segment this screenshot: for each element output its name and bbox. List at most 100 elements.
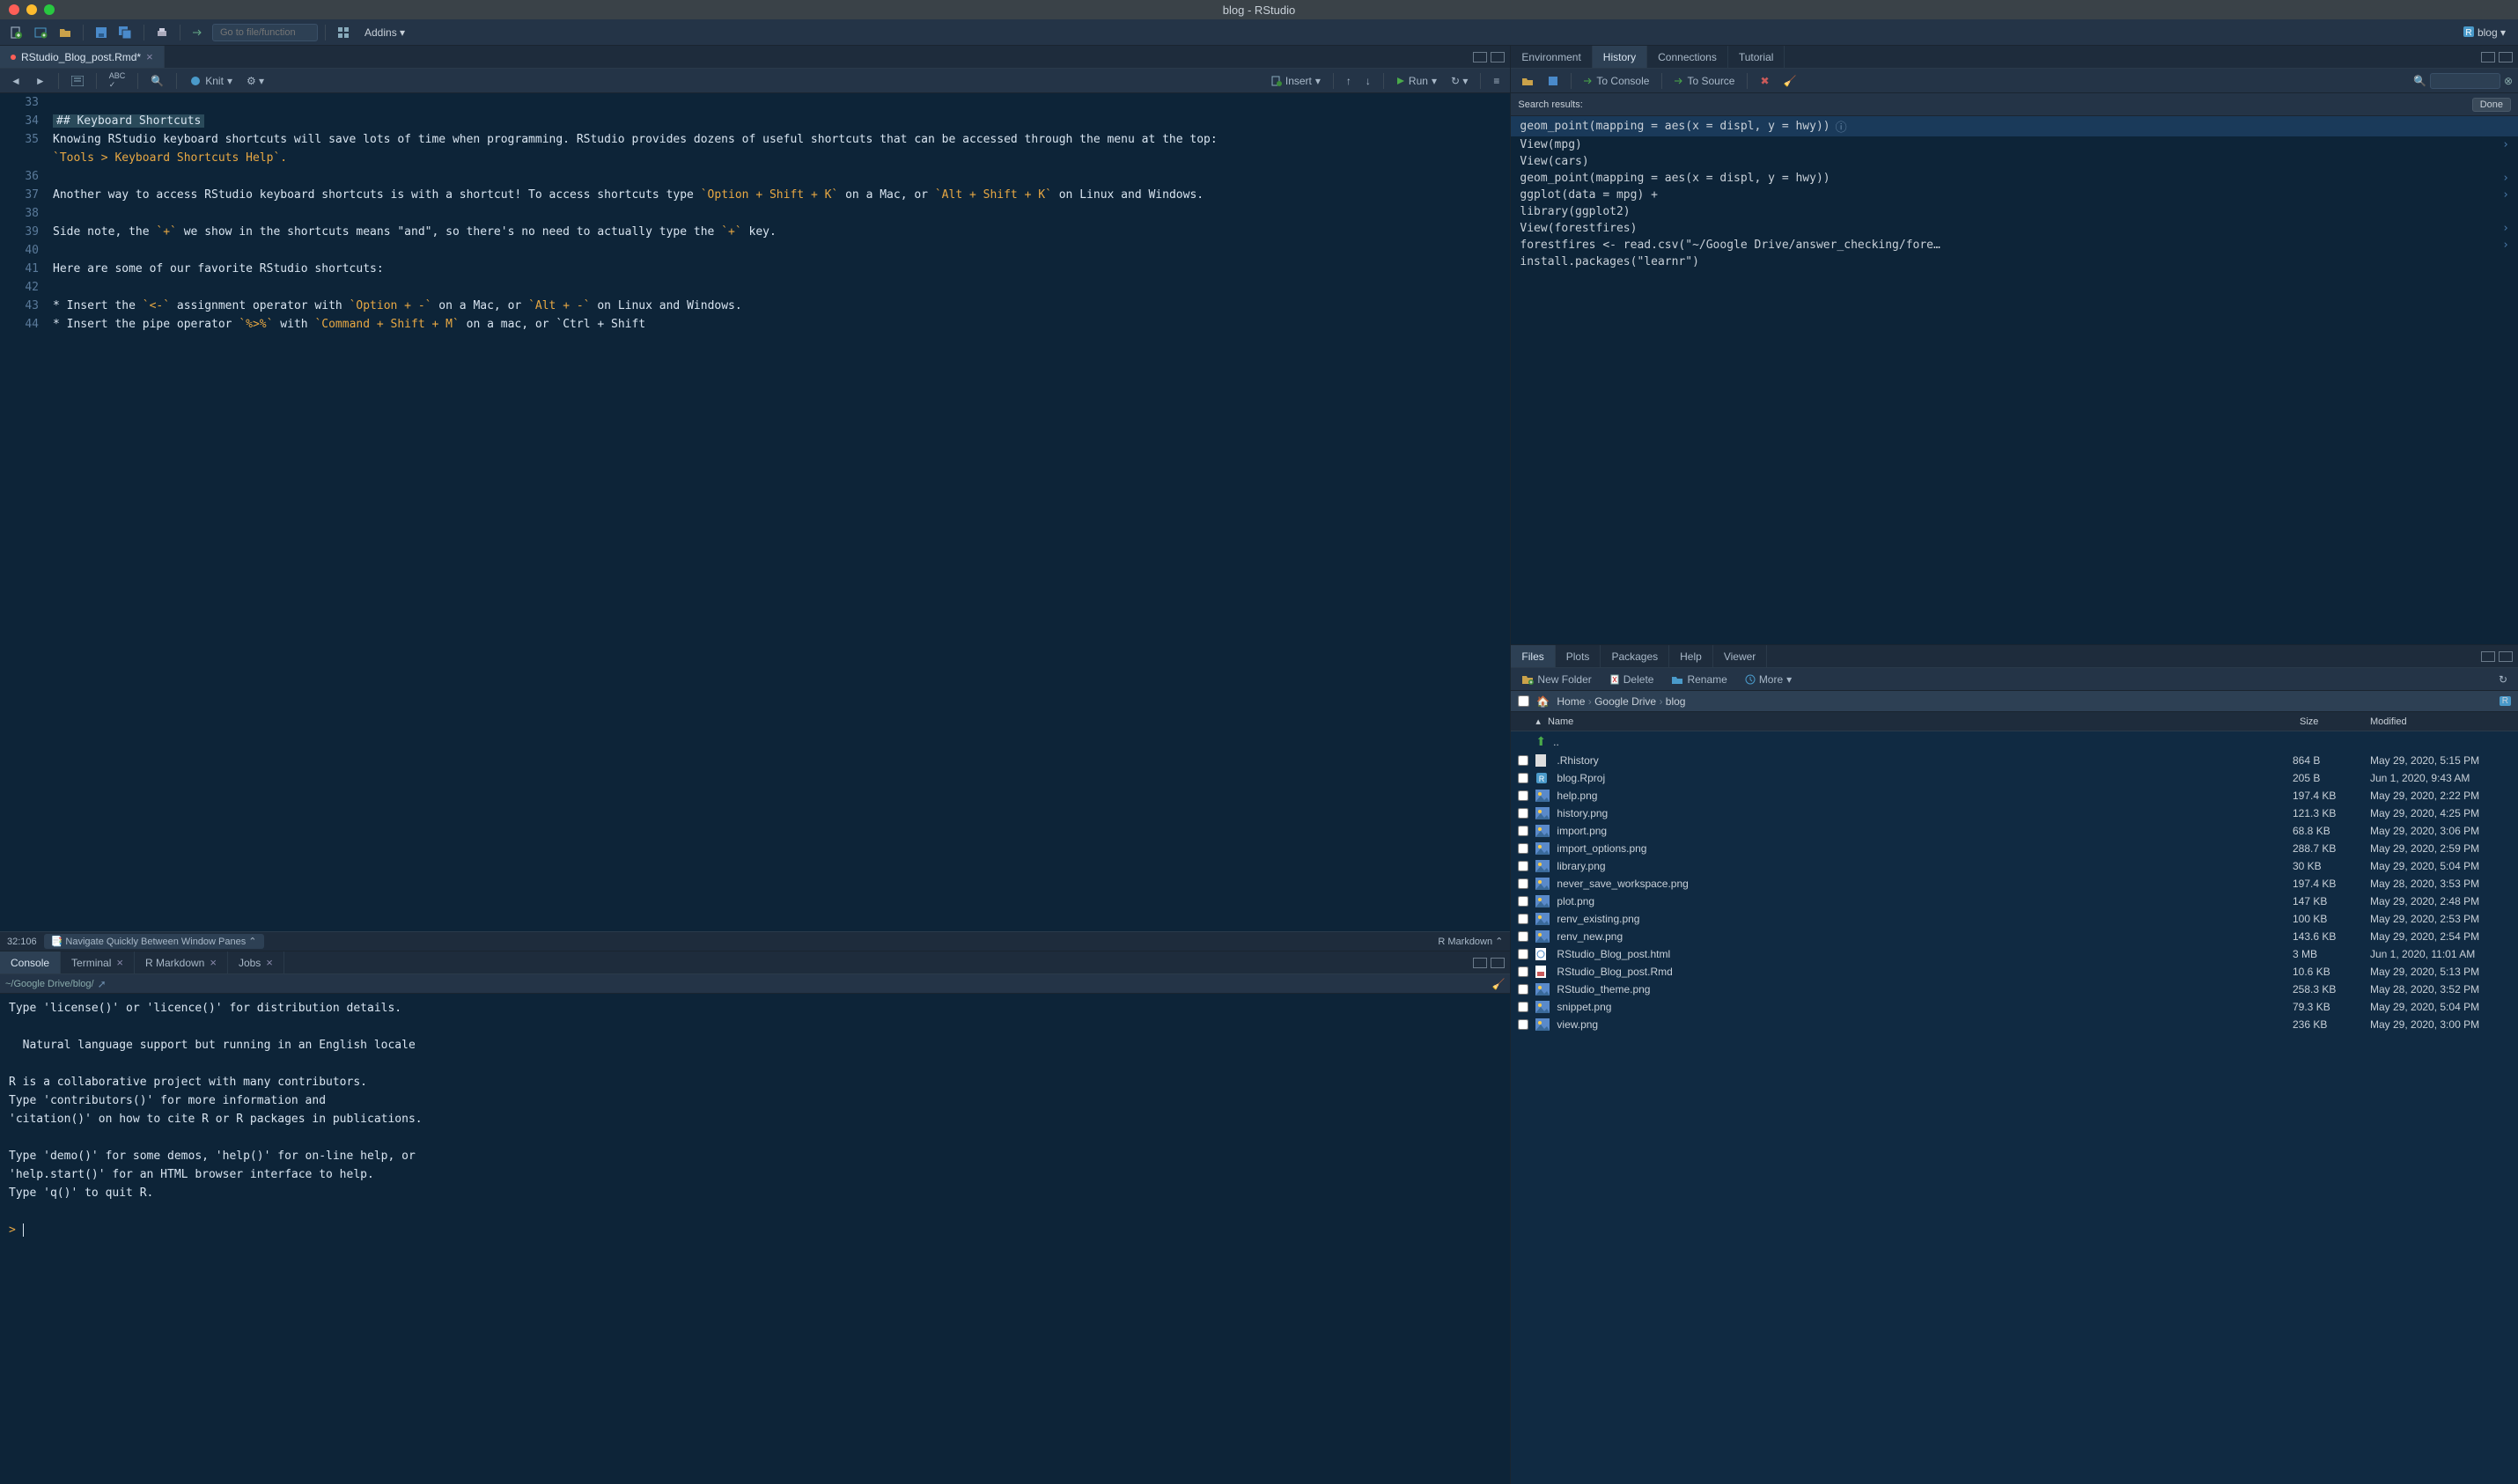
remove-history-button[interactable]: ✖: [1755, 72, 1774, 90]
size-column-header[interactable]: Size: [2300, 716, 2370, 727]
file-checkbox[interactable]: [1518, 878, 1528, 889]
clear-search-icon[interactable]: ⊗: [2504, 75, 2513, 87]
find-button[interactable]: 🔍: [145, 72, 169, 90]
clear-console-icon[interactable]: 🧹: [1491, 978, 1505, 990]
history-item[interactable]: View(mpg)›: [1511, 136, 2518, 153]
history-item[interactable]: ggplot(data = mpg) +›: [1511, 187, 2518, 203]
file-row[interactable]: plot.png147 KBMay 29, 2020, 2:48 PM: [1511, 893, 2518, 910]
insert-button[interactable]: Insert ▾: [1266, 72, 1326, 90]
nav-section-button[interactable]: 📑 Navigate Quickly Between Window Panes …: [44, 934, 264, 949]
print-button[interactable]: [151, 23, 173, 42]
expand-icon[interactable]: ›: [2502, 239, 2509, 252]
knit-button[interactable]: Knit ▾: [184, 72, 238, 90]
file-list[interactable]: ⬆ ...Rhistory864 BMay 29, 2020, 5:15 PM R…: [1511, 731, 2518, 1484]
show-outline-button[interactable]: [66, 72, 89, 90]
maximize-window-icon[interactable]: [44, 4, 55, 15]
files-tab-files[interactable]: Files: [1511, 645, 1555, 667]
file-checkbox[interactable]: [1518, 931, 1528, 942]
env-tab-tutorial[interactable]: Tutorial: [1728, 46, 1785, 68]
file-checkbox[interactable]: [1518, 861, 1528, 871]
select-all-checkbox[interactable]: [1518, 695, 1529, 707]
grid-layout-button[interactable]: [333, 23, 354, 42]
history-item[interactable]: View(cars): [1511, 153, 2518, 170]
env-tab-environment[interactable]: Environment: [1511, 46, 1592, 68]
history-item[interactable]: geom_point(mapping = aes(x = displ, y = …: [1511, 116, 2518, 136]
breadcrumb-item[interactable]: Google Drive: [1594, 695, 1656, 708]
project-menu[interactable]: R blog ▾: [2455, 26, 2513, 39]
back-button[interactable]: ◄: [5, 72, 26, 90]
clear-history-button[interactable]: 🧹: [1778, 72, 1802, 90]
files-tab-help[interactable]: Help: [1669, 645, 1713, 667]
save-all-button[interactable]: [115, 23, 136, 42]
expand-icon[interactable]: ›: [2502, 222, 2509, 235]
goto-file-input[interactable]: [212, 24, 318, 41]
rerun-button[interactable]: ↻ ▾: [1446, 72, 1473, 90]
home-icon[interactable]: 🏠: [1536, 695, 1550, 708]
file-row[interactable]: renv_existing.png100 KBMay 29, 2020, 2:5…: [1511, 910, 2518, 928]
file-row[interactable]: renv_new.png143.6 KBMay 29, 2020, 2:54 P…: [1511, 928, 2518, 945]
file-checkbox[interactable]: [1518, 896, 1528, 907]
goto-arrow-icon[interactable]: [188, 23, 209, 42]
file-row[interactable]: history.png121.3 KBMay 29, 2020, 4:25 PM: [1511, 804, 2518, 822]
console-tab-console[interactable]: Console: [0, 951, 61, 973]
save-history-button[interactable]: [1542, 72, 1564, 90]
history-item[interactable]: library(ggplot2): [1511, 203, 2518, 220]
minimize-pane-icon[interactable]: [2481, 651, 2495, 662]
addins-menu[interactable]: Addins ▾: [357, 26, 412, 39]
files-tab-viewer[interactable]: Viewer: [1713, 645, 1767, 667]
file-row[interactable]: RStudio_Blog_post.html3 MBJun 1, 2020, 1…: [1511, 945, 2518, 963]
history-item[interactable]: geom_point(mapping = aes(x = displ, y = …: [1511, 170, 2518, 187]
history-list[interactable]: geom_point(mapping = aes(x = displ, y = …: [1511, 116, 2518, 644]
history-search-input[interactable]: [2430, 73, 2500, 89]
expand-icon[interactable]: ›: [2502, 172, 2509, 185]
files-tab-plots[interactable]: Plots: [1556, 645, 1601, 667]
history-item[interactable]: View(forestfires)›: [1511, 220, 2518, 237]
project-root-icon[interactable]: R: [2500, 696, 2511, 706]
more-button[interactable]: More ▾: [1740, 671, 1797, 688]
minimize-pane-icon[interactable]: [1473, 958, 1487, 968]
go-down-button[interactable]: ↓: [1360, 72, 1376, 90]
maximize-pane-icon[interactable]: [2499, 651, 2513, 662]
file-checkbox[interactable]: [1518, 773, 1528, 783]
save-button[interactable]: [91, 23, 112, 42]
close-window-icon[interactable]: [9, 4, 19, 15]
file-checkbox[interactable]: [1518, 984, 1528, 995]
file-row[interactable]: help.png197.4 KBMay 29, 2020, 2:22 PM: [1511, 787, 2518, 804]
file-checkbox[interactable]: [1518, 826, 1528, 836]
file-row[interactable]: import_options.png288.7 KBMay 29, 2020, …: [1511, 840, 2518, 857]
file-row[interactable]: .Rhistory864 BMay 29, 2020, 5:15 PM: [1511, 752, 2518, 769]
maximize-pane-icon[interactable]: [1491, 52, 1505, 62]
file-row[interactable]: RStudio_Blog_post.Rmd10.6 KBMay 29, 2020…: [1511, 963, 2518, 981]
expand-icon[interactable]: ›: [2502, 188, 2509, 202]
file-row-up[interactable]: ⬆ ..: [1511, 731, 2518, 752]
file-checkbox[interactable]: [1518, 790, 1528, 801]
close-tab-icon[interactable]: ×: [116, 956, 123, 969]
history-item[interactable]: install.packages("learnr"): [1511, 253, 2518, 270]
source-editor[interactable]: 33 34 35 36 37 38 39 40 41 42 43 44 ## K…: [0, 93, 1510, 931]
forward-button[interactable]: ►: [30, 72, 51, 90]
outline-toggle-button[interactable]: ≡: [1488, 72, 1505, 90]
name-column-header[interactable]: Name: [1548, 716, 1573, 727]
file-checkbox[interactable]: [1518, 843, 1528, 854]
files-tab-packages[interactable]: Packages: [1601, 645, 1669, 667]
file-row[interactable]: RStudio_theme.png258.3 KBMay 28, 2020, 3…: [1511, 981, 2518, 998]
go-up-button[interactable]: ↑: [1341, 72, 1357, 90]
breadcrumb-item[interactable]: Home: [1557, 695, 1585, 708]
file-checkbox[interactable]: [1518, 808, 1528, 819]
file-checkbox[interactable]: [1518, 914, 1528, 924]
console-output[interactable]: Type 'license()' or 'licence()' for dist…: [0, 994, 1510, 1484]
console-tab-jobs[interactable]: Jobs ×: [228, 951, 284, 973]
new-project-button[interactable]: [30, 23, 51, 42]
file-checkbox[interactable]: [1518, 1019, 1528, 1030]
env-tab-connections[interactable]: Connections: [1647, 46, 1728, 68]
new-file-button[interactable]: [5, 23, 26, 42]
close-tab-icon[interactable]: ×: [210, 956, 217, 969]
file-row[interactable]: snippet.png79.3 KBMay 29, 2020, 5:04 PM: [1511, 998, 2518, 1016]
to-console-button[interactable]: To Console: [1579, 72, 1654, 90]
maximize-pane-icon[interactable]: [2499, 52, 2513, 62]
breadcrumb-item[interactable]: blog: [1666, 695, 1686, 708]
file-row[interactable]: view.png236 KBMay 29, 2020, 3:00 PM: [1511, 1016, 2518, 1033]
close-tab-icon[interactable]: ×: [266, 956, 273, 969]
rename-button[interactable]: Rename: [1666, 671, 1732, 688]
file-row[interactable]: never_save_workspace.png197.4 KBMay 28, …: [1511, 875, 2518, 893]
